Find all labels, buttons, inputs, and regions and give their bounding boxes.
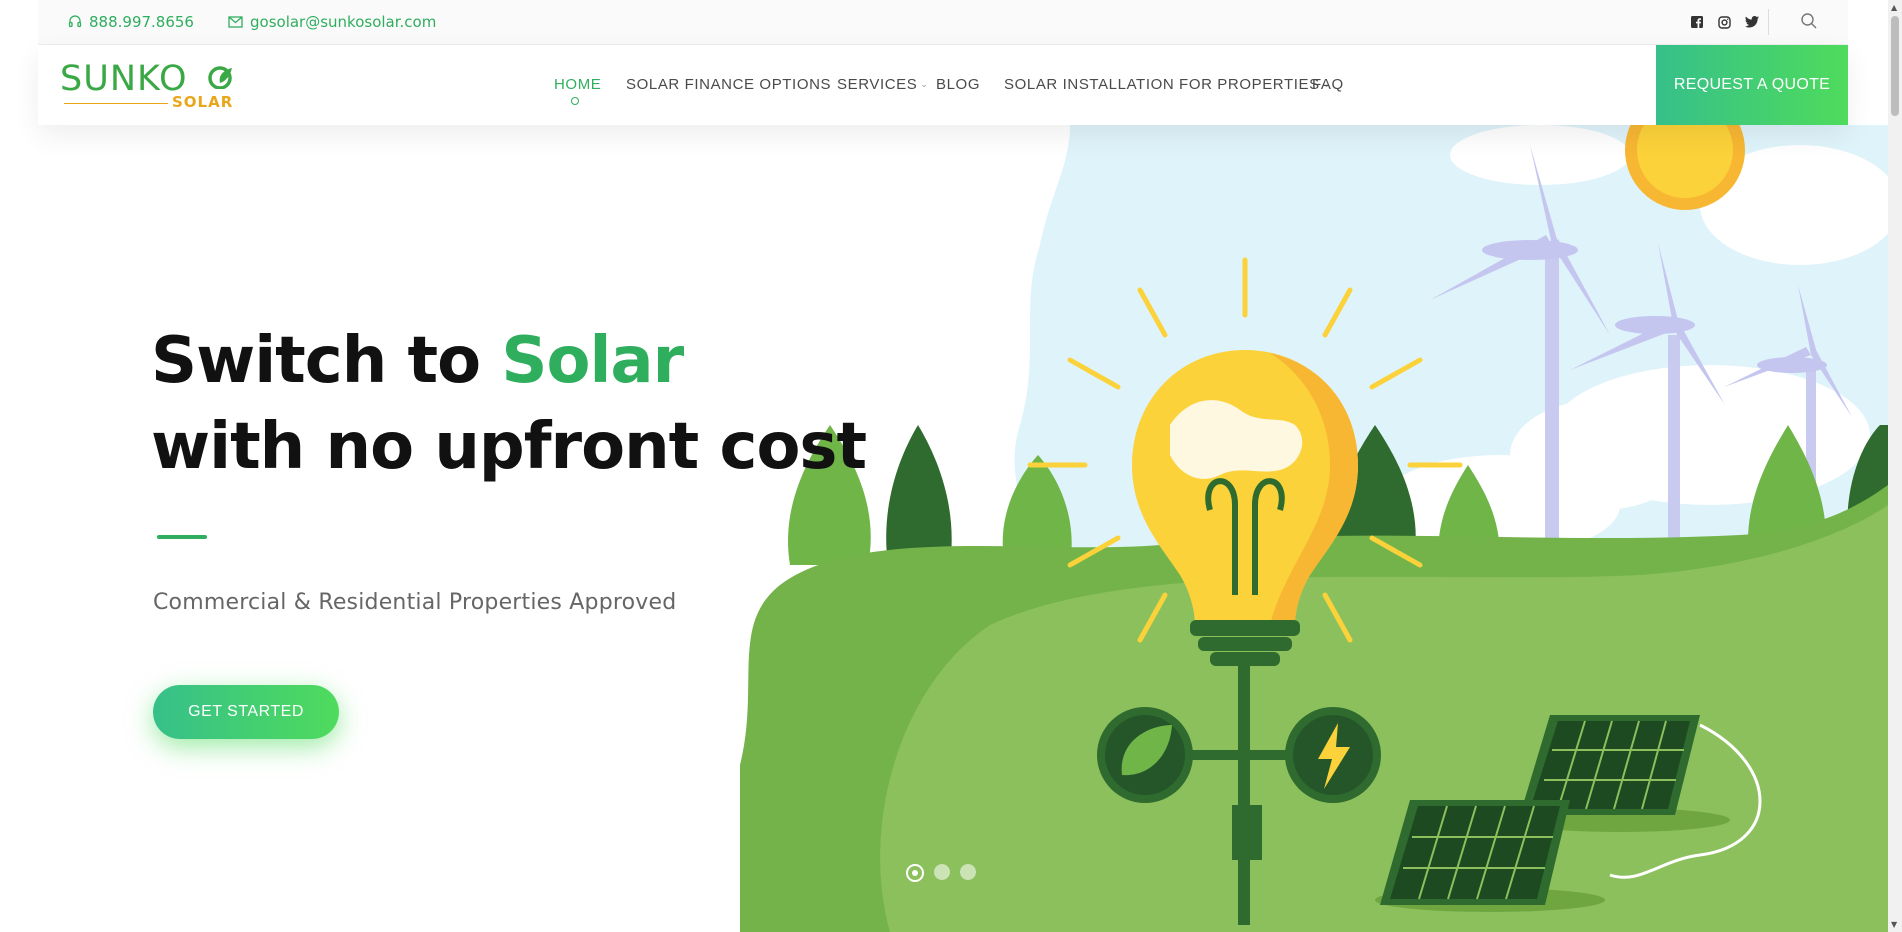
slide-dot-1[interactable] (906, 864, 924, 882)
nav-solar-finance-options[interactable]: SOLAR FINANCE OPTIONS (626, 76, 831, 93)
hero-divider (157, 535, 207, 539)
email-link[interactable]: gosolar@sunkosolar.com (228, 13, 436, 31)
slider-pagination (906, 864, 976, 882)
twitter-icon[interactable] (1743, 13, 1761, 31)
hero-headline-line2: with no upfront cost (151, 410, 867, 484)
hero-subtitle: Commercial & Residential Properties Appr… (153, 590, 677, 615)
nav-blog[interactable]: BLOG (936, 76, 980, 93)
nav-services-label: SERVICES (837, 76, 918, 93)
topbar-divider (1768, 9, 1769, 35)
phone-link[interactable]: 888.997.8656 (68, 13, 194, 31)
request-quote-button[interactable]: REQUEST A QUOTE (1656, 45, 1848, 125)
search-icon[interactable] (1800, 12, 1818, 34)
nav-solar-installation[interactable]: SOLAR INSTALLATION FOR PROPERTIES ⌄ (1004, 76, 1331, 93)
scroll-up-arrow-icon[interactable]: ▲ (1891, 3, 1897, 12)
email-address: gosolar@sunkosolar.com (250, 13, 437, 31)
get-started-button[interactable]: GET STARTED (153, 685, 339, 739)
eco-leaf-badge-icon (1097, 707, 1193, 803)
page-scrollbar[interactable]: ▲ ▼ (1888, 0, 1902, 932)
phone-number: 888.997.8656 (89, 13, 194, 31)
top-bar: 888.997.8656 gosolar@sunkosolar.com (38, 0, 1848, 45)
hero-headline: Switch to Solar with no upfront cost (151, 318, 867, 490)
logo-subword: SOLAR (172, 93, 234, 111)
chevron-down-icon: ⌄ (920, 79, 929, 89)
logo-wordmark: SUNKO (60, 59, 188, 99)
lightning-badge-icon (1285, 707, 1381, 803)
hero-headline-accent: Solar (501, 324, 684, 398)
nav-solar-installation-label: SOLAR INSTALLATION FOR PROPERTIES (1004, 76, 1320, 93)
active-nav-indicator (571, 97, 579, 105)
sunko-solar-logo[interactable]: SUNKO SOLAR (60, 59, 240, 111)
main-header: SUNKO SOLAR HOME SOLAR FINANCE OPTIONS S… (38, 45, 1848, 125)
nav-faq[interactable]: FAQ (1312, 76, 1344, 93)
solar-energy-illustration (740, 125, 1888, 932)
hero-headline-part1: Switch to (151, 324, 502, 398)
slide-dot-2[interactable] (934, 864, 950, 880)
instagram-icon[interactable] (1715, 13, 1733, 31)
logo-underline (64, 103, 168, 104)
scrollbar-thumb[interactable] (1891, 16, 1899, 116)
envelope-icon (228, 16, 243, 28)
scroll-down-arrow-icon[interactable]: ▼ (1891, 920, 1897, 929)
slide-dot-3[interactable] (960, 864, 976, 880)
leaf-icon (208, 66, 232, 89)
nav-services[interactable]: SERVICES ⌄ (837, 76, 929, 93)
facebook-icon[interactable] (1688, 13, 1706, 31)
headset-icon (68, 15, 82, 28)
nav-home[interactable]: HOME (554, 76, 601, 93)
